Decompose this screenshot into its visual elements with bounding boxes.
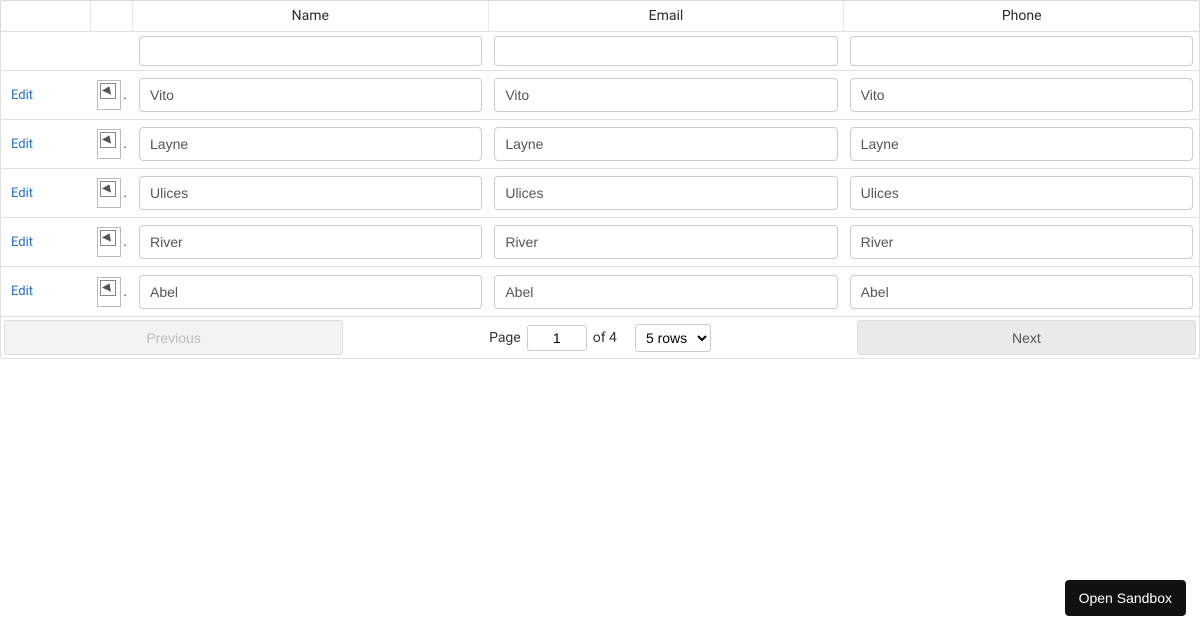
- column-header-avatar[interactable]: [91, 1, 133, 31]
- cell-actions: Edit: [1, 229, 91, 256]
- cell-phone: [844, 170, 1199, 216]
- filter-name-input[interactable]: [139, 36, 482, 66]
- email-input[interactable]: [494, 127, 837, 161]
- cell-email: [488, 219, 843, 265]
- column-header-actions[interactable]: [1, 1, 91, 31]
- broken-image-icon: [97, 178, 121, 208]
- table-row: Edit .: [1, 169, 1199, 218]
- page-label: Page: [489, 330, 521, 346]
- cell-avatar: .: [91, 172, 133, 214]
- column-header-phone[interactable]: Phone: [844, 1, 1199, 31]
- email-input[interactable]: [494, 78, 837, 112]
- cell-name: [133, 219, 488, 265]
- cell-email: [488, 121, 843, 167]
- broken-image-icon: [97, 227, 121, 257]
- cell-avatar: .: [91, 74, 133, 116]
- open-sandbox-button[interactable]: Open Sandbox: [1065, 580, 1186, 616]
- cell-name: [133, 121, 488, 167]
- filter-email-input[interactable]: [494, 36, 837, 66]
- page-number-input[interactable]: [527, 325, 587, 351]
- cell-email: [488, 269, 843, 315]
- edit-link[interactable]: Edit: [7, 284, 33, 299]
- name-input[interactable]: [139, 225, 482, 259]
- cell-name: [133, 72, 488, 118]
- cell-actions: Edit: [1, 180, 91, 207]
- email-input[interactable]: [494, 176, 837, 210]
- filter-cell-phone: [844, 32, 1199, 70]
- previous-button[interactable]: Previous: [4, 320, 343, 355]
- phone-input[interactable]: [850, 127, 1193, 161]
- data-table: Name Email Phone Edit .: [0, 0, 1200, 359]
- email-input[interactable]: [494, 275, 837, 309]
- column-header-name[interactable]: Name: [133, 1, 489, 31]
- filter-phone-input[interactable]: [850, 36, 1193, 66]
- page-size-select[interactable]: 5 rows: [635, 324, 711, 352]
- email-input[interactable]: [494, 225, 837, 259]
- broken-image-icon: [97, 129, 121, 159]
- phone-input[interactable]: [850, 78, 1193, 112]
- table-filter-row: [1, 32, 1199, 71]
- broken-image-icon: [97, 277, 121, 307]
- cell-email: [488, 72, 843, 118]
- cell-email: [488, 170, 843, 216]
- cell-phone: [844, 72, 1199, 118]
- table-header-row: Name Email Phone: [1, 1, 1199, 32]
- filter-cell-actions: [1, 32, 91, 70]
- cell-actions: Edit: [1, 278, 91, 305]
- pagination-bar: Previous Page of 4 5 rows Next: [1, 316, 1199, 358]
- page-total-label: of 4: [593, 330, 617, 346]
- cell-name: [133, 170, 488, 216]
- edit-link[interactable]: Edit: [7, 186, 33, 201]
- table-body: Edit . Edit .: [1, 71, 1199, 316]
- table-row: Edit .: [1, 120, 1199, 169]
- cell-phone: [844, 269, 1199, 315]
- broken-image-icon: [97, 80, 121, 110]
- avatar-dot: .: [123, 87, 127, 103]
- table-row: Edit .: [1, 267, 1199, 316]
- table-row: Edit .: [1, 71, 1199, 120]
- page-indicator: Page of 4: [489, 325, 617, 351]
- pagination-center: Page of 4 5 rows: [347, 320, 853, 355]
- cell-avatar: .: [91, 123, 133, 165]
- name-input[interactable]: [139, 127, 482, 161]
- name-input[interactable]: [139, 176, 482, 210]
- filter-cell-name: [133, 32, 488, 70]
- cell-avatar: .: [91, 221, 133, 263]
- cell-phone: [844, 121, 1199, 167]
- filter-cell-email: [488, 32, 843, 70]
- phone-input[interactable]: [850, 225, 1193, 259]
- table-row: Edit .: [1, 218, 1199, 267]
- column-header-email[interactable]: Email: [489, 1, 845, 31]
- avatar-dot: .: [123, 234, 127, 250]
- cell-actions: Edit: [1, 131, 91, 158]
- avatar-dot: .: [123, 185, 127, 201]
- name-input[interactable]: [139, 275, 482, 309]
- cell-phone: [844, 219, 1199, 265]
- avatar-dot: .: [123, 284, 127, 300]
- edit-link[interactable]: Edit: [7, 88, 33, 103]
- phone-input[interactable]: [850, 176, 1193, 210]
- cell-name: [133, 269, 488, 315]
- phone-input[interactable]: [850, 275, 1193, 309]
- cell-avatar: .: [91, 271, 133, 313]
- edit-link[interactable]: Edit: [7, 235, 33, 250]
- cell-actions: Edit: [1, 82, 91, 109]
- filter-cell-avatar: [91, 32, 133, 70]
- name-input[interactable]: [139, 78, 482, 112]
- edit-link[interactable]: Edit: [7, 137, 33, 152]
- avatar-dot: .: [123, 136, 127, 152]
- next-button[interactable]: Next: [857, 320, 1196, 355]
